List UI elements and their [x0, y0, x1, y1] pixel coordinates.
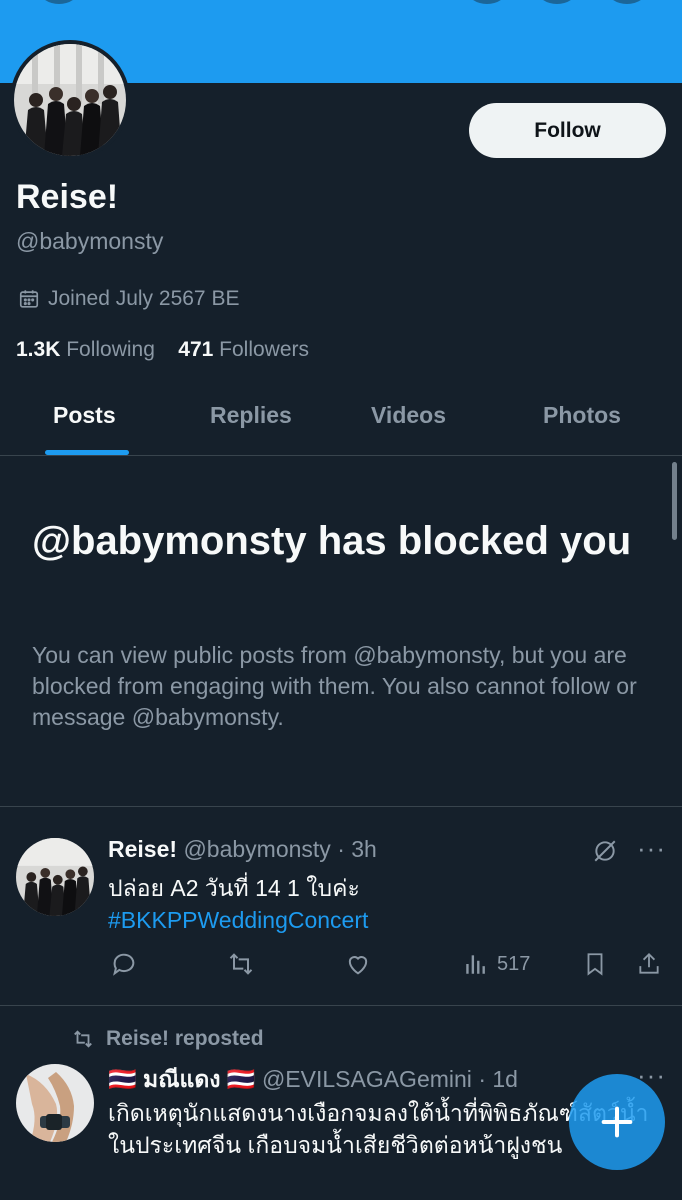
- blocked-title: @babymonsty has blocked you: [32, 519, 632, 563]
- post-hashtag[interactable]: #BKKPPWeddingConcert: [108, 904, 668, 936]
- scrollbar[interactable]: [672, 462, 677, 540]
- like-icon[interactable]: [343, 950, 373, 978]
- calendar-icon: [18, 288, 40, 310]
- following-count: 1.3K: [16, 338, 61, 361]
- joined-text: Joined July 2567 BE: [48, 287, 240, 310]
- post-author-avatar[interactable]: [16, 838, 94, 916]
- post-divider: [0, 1005, 682, 1006]
- blocked-description: You can view public posts from @babymons…: [32, 642, 637, 730]
- share-icon[interactable]: [636, 950, 662, 978]
- tab-replies[interactable]: Replies: [210, 402, 292, 429]
- post-author-handle[interactable]: @EVILSAGAGemini: [262, 1066, 472, 1092]
- post-time: · 3h: [337, 836, 377, 862]
- post-author-handle[interactable]: @babymonsty: [183, 836, 330, 862]
- bookmark-icon[interactable]: [582, 950, 608, 978]
- tab-posts[interactable]: Posts: [53, 402, 116, 429]
- post-actions: 517: [0, 950, 682, 986]
- followers-link[interactable]: 471 Followers: [178, 338, 309, 361]
- more-icon[interactable]: ···: [637, 833, 666, 864]
- post-header: Reise! @babymonsty · 3h: [108, 836, 377, 863]
- repost-label: Reise! reposted: [106, 1027, 264, 1050]
- post-author-avatar[interactable]: [16, 1064, 94, 1142]
- tab-videos[interactable]: Videos: [371, 402, 446, 429]
- post-author-name[interactable]: 🇹🇭 มณีแดง 🇹🇭: [108, 1066, 256, 1092]
- banner-back-button[interactable]: [40, 0, 78, 4]
- tab-photos[interactable]: Photos: [543, 402, 621, 429]
- joined-date: Joined July 2567 BE: [18, 287, 239, 311]
- post-time: · 1d: [478, 1066, 518, 1092]
- grok-icon[interactable]: [592, 838, 618, 864]
- repost-small-icon: [70, 1028, 96, 1050]
- profile-display-name: Reise!: [16, 178, 119, 216]
- views-icon: [463, 950, 489, 978]
- post-author-name[interactable]: Reise!: [108, 836, 177, 862]
- post-text: ปล่อย A2 วันที่ 14 1 ใบค่ะ: [108, 875, 360, 901]
- banner-grok-button[interactable]: [538, 0, 576, 4]
- views-button[interactable]: 517: [463, 950, 530, 978]
- tabs-divider: [0, 455, 682, 456]
- reply-icon[interactable]: [110, 950, 138, 978]
- banner-more-button[interactable]: [608, 0, 646, 4]
- profile-avatar[interactable]: [10, 40, 130, 160]
- post-header: 🇹🇭 มณีแดง 🇹🇭 @EVILSAGAGemini · 1d: [108, 1062, 518, 1098]
- views-count: 517: [497, 952, 531, 975]
- notice-divider: [0, 806, 682, 807]
- banner-search-button[interactable]: [468, 0, 506, 4]
- followers-count: 471: [178, 338, 214, 361]
- followers-label: Followers: [219, 338, 310, 361]
- profile-stats: 1.3K Following 471 Followers: [16, 338, 309, 362]
- compose-plus-icon: [597, 1102, 637, 1142]
- repost-icon[interactable]: [226, 950, 256, 978]
- repost-indicator[interactable]: Reise! reposted: [70, 1027, 264, 1051]
- following-link[interactable]: 1.3K Following: [16, 338, 155, 361]
- following-label: Following: [66, 338, 155, 361]
- compose-button[interactable]: [569, 1074, 665, 1170]
- follow-button[interactable]: Follow: [469, 103, 666, 158]
- post-body: ปล่อย A2 วันที่ 14 1 ใบค่ะ #BKKPPWedding…: [108, 872, 668, 936]
- profile-handle: @babymonsty: [16, 228, 164, 254]
